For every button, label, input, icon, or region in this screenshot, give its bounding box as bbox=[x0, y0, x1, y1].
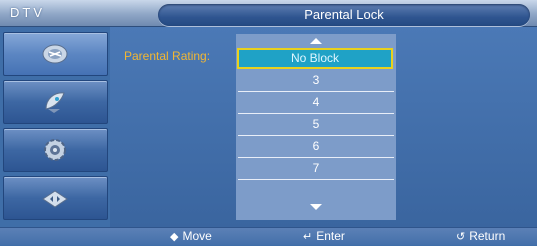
top-bar: DTV Parental Lock bbox=[0, 0, 537, 27]
osd-window: DTV Parental Lock Parental Rating: No Bl… bbox=[0, 0, 537, 245]
enter-icon: ↵ bbox=[303, 231, 313, 243]
enter-hint: ↵ Enter bbox=[303, 228, 373, 245]
rating-option[interactable]: 3 bbox=[238, 70, 394, 92]
move-hint-label: Move bbox=[182, 229, 212, 243]
rating-option[interactable]: 5 bbox=[238, 114, 394, 136]
parental-rating-label: Parental Rating: bbox=[124, 49, 211, 63]
main-content: Parental Rating: No Block 3 4 5 6 7 bbox=[110, 27, 537, 227]
return-hint: ↺ Return bbox=[456, 228, 534, 245]
move-hint: ◆ Move bbox=[170, 228, 240, 245]
input-arrows-icon bbox=[42, 190, 68, 208]
chevron-up-icon bbox=[310, 38, 322, 44]
satellite-dish-icon bbox=[42, 44, 68, 64]
bottom-hint-bar: ◆ Move ↵ Enter ↺ Return bbox=[0, 227, 537, 245]
sidebar-item-setup[interactable] bbox=[3, 128, 108, 172]
scroll-down-button[interactable] bbox=[236, 201, 396, 213]
sidebar-item-channel[interactable] bbox=[3, 80, 108, 124]
rating-option[interactable]: 6 bbox=[238, 136, 394, 158]
scroll-up-button[interactable] bbox=[236, 36, 396, 48]
sidebar-menu bbox=[0, 27, 110, 227]
chevron-down-icon bbox=[310, 204, 322, 210]
return-arrow-icon: ↺ bbox=[456, 231, 466, 243]
title-pill: Parental Lock bbox=[158, 4, 530, 26]
sidebar-item-picture[interactable] bbox=[3, 32, 108, 76]
rating-dropdown-list[interactable]: No Block 3 4 5 6 7 bbox=[236, 34, 396, 220]
return-hint-label: Return bbox=[469, 229, 506, 243]
rating-option[interactable]: 4 bbox=[238, 92, 394, 114]
gear-icon bbox=[44, 139, 66, 161]
sidebar-item-input[interactable] bbox=[3, 176, 108, 220]
tv-antenna-icon bbox=[45, 92, 65, 113]
menu-title: Parental Lock bbox=[304, 7, 384, 22]
rating-option[interactable]: 7 bbox=[238, 158, 394, 180]
source-mode-label: DTV bbox=[10, 5, 45, 20]
rating-option-no-block[interactable]: No Block bbox=[237, 48, 393, 69]
enter-hint-label: Enter bbox=[316, 229, 345, 243]
up-down-arrows-icon: ◆ bbox=[170, 231, 179, 243]
